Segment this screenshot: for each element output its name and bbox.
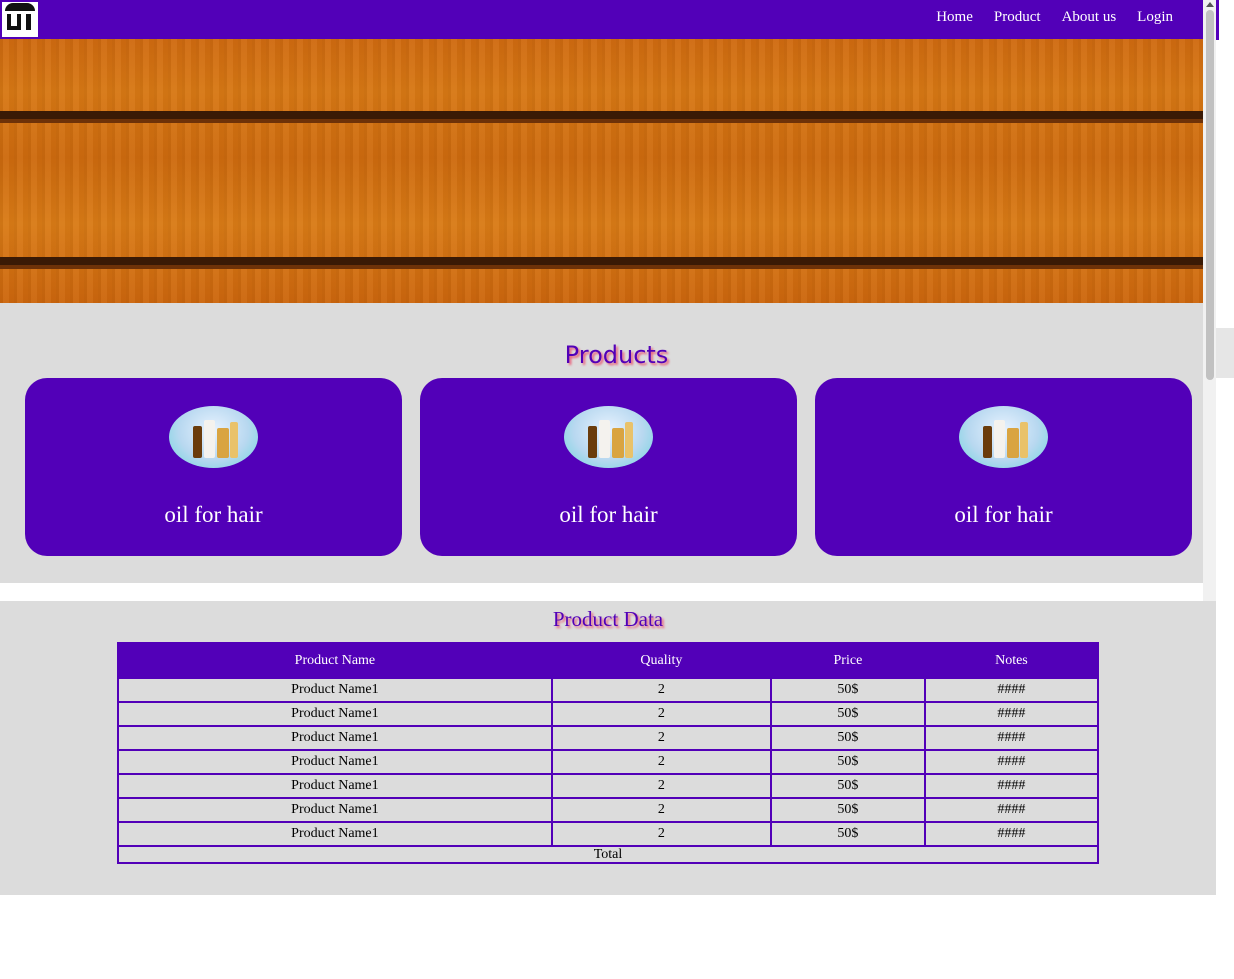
hair-oil-product-image xyxy=(169,406,258,468)
product-data-table: Product Name Quality Price Notes Product… xyxy=(117,642,1099,864)
bottle-shape xyxy=(994,420,1005,458)
logo-letter-i xyxy=(26,14,31,30)
quality-cell: 2 xyxy=(552,751,770,773)
table-header-row: Product Name Quality Price Notes xyxy=(119,644,1097,677)
notes-cell: #### xyxy=(925,823,1097,845)
quality-cell: 2 xyxy=(552,703,770,725)
column-header-notes: Notes xyxy=(925,644,1097,677)
bottle-shape xyxy=(588,426,597,458)
product-name-cell: Product Name1 xyxy=(119,751,551,773)
bottle-shape xyxy=(1020,422,1028,458)
price-cell: 50$ xyxy=(771,751,924,773)
logo-roof xyxy=(5,3,35,11)
hair-oil-product-image xyxy=(564,406,653,468)
products-section: Products oil for hair oil for hair oil f… xyxy=(0,303,1203,583)
table-footer-row: Total xyxy=(119,847,1097,862)
quality-cell: 2 xyxy=(552,823,770,845)
column-header-price: Price xyxy=(771,644,924,677)
nav-link-about-us[interactable]: About us xyxy=(1062,9,1117,26)
page-viewport: Home Product About us Login Products oil… xyxy=(0,0,1216,612)
product-name-cell: Product Name1 xyxy=(119,775,551,797)
hero-wood-banner xyxy=(0,39,1203,303)
product-name-cell: Product Name1 xyxy=(119,823,551,845)
nav-link-product[interactable]: Product xyxy=(994,9,1041,26)
price-cell: 50$ xyxy=(771,679,924,701)
table-row: Product Name1 2 50$ #### xyxy=(119,799,1097,821)
price-cell: 50$ xyxy=(771,799,924,821)
notes-cell: #### xyxy=(925,799,1097,821)
product-card-name: oil for hair xyxy=(559,502,658,527)
table-row: Product Name1 2 50$ #### xyxy=(119,823,1097,845)
product-card-name: oil for hair xyxy=(954,502,1053,527)
quality-cell: 2 xyxy=(552,775,770,797)
bottle-shape xyxy=(1007,428,1019,458)
price-cell: 50$ xyxy=(771,727,924,749)
products-title: Products xyxy=(564,341,669,369)
bottle-shape xyxy=(625,422,633,458)
column-header-product-name: Product Name xyxy=(119,644,551,677)
product-card[interactable]: oil for hair xyxy=(815,378,1192,556)
column-header-quality: Quality xyxy=(552,644,770,677)
bottle-shape xyxy=(217,428,229,458)
table-row: Product Name1 2 50$ #### xyxy=(119,703,1097,725)
table-row: Product Name1 2 50$ #### xyxy=(119,775,1097,797)
product-data-title: Product Data xyxy=(552,607,664,631)
bottle-shape xyxy=(983,426,992,458)
notes-cell: #### xyxy=(925,703,1097,725)
nav-links: Home Product About us Login xyxy=(936,9,1173,26)
hair-oil-product-image xyxy=(959,406,1048,468)
bottle-shape xyxy=(193,426,202,458)
window-edge-accent xyxy=(1216,0,1219,40)
scroll-up-arrow-icon[interactable] xyxy=(1206,2,1214,7)
table-row: Product Name1 2 50$ #### xyxy=(119,751,1097,773)
quality-cell: 2 xyxy=(552,799,770,821)
bottle-shape xyxy=(204,420,215,458)
product-name-cell: Product Name1 xyxy=(119,799,551,821)
product-name-cell: Product Name1 xyxy=(119,679,551,701)
nav-link-home[interactable]: Home xyxy=(936,9,973,26)
bottle-shape xyxy=(612,428,624,458)
product-name-cell: Product Name1 xyxy=(119,727,551,749)
notes-cell: #### xyxy=(925,727,1097,749)
quality-cell: 2 xyxy=(552,679,770,701)
top-navbar: Home Product About us Login xyxy=(0,0,1203,39)
bottle-shape xyxy=(230,422,238,458)
table-row: Product Name1 2 50$ #### xyxy=(119,679,1097,701)
scrollbar-thumb[interactable] xyxy=(1206,10,1214,380)
store-logo-icon[interactable] xyxy=(2,2,38,37)
price-cell: 50$ xyxy=(771,703,924,725)
table-row: Product Name1 2 50$ #### xyxy=(119,727,1097,749)
logo-letter-u xyxy=(7,14,21,30)
price-cell: 50$ xyxy=(771,775,924,797)
notes-cell: #### xyxy=(925,751,1097,773)
notes-cell: #### xyxy=(925,775,1097,797)
product-card[interactable]: oil for hair xyxy=(420,378,797,556)
product-card-name: oil for hair xyxy=(164,502,263,527)
product-data-section: Product Data Product Name Quality Price … xyxy=(0,601,1216,895)
quality-cell: 2 xyxy=(552,727,770,749)
price-cell: 50$ xyxy=(771,823,924,845)
total-cell: Total xyxy=(119,847,1097,862)
product-name-cell: Product Name1 xyxy=(119,703,551,725)
section-gap xyxy=(0,583,1203,601)
side-tab xyxy=(1216,328,1234,378)
nav-link-login[interactable]: Login xyxy=(1137,9,1173,26)
notes-cell: #### xyxy=(925,679,1097,701)
bottle-shape xyxy=(599,420,610,458)
product-card[interactable]: oil for hair xyxy=(25,378,402,556)
